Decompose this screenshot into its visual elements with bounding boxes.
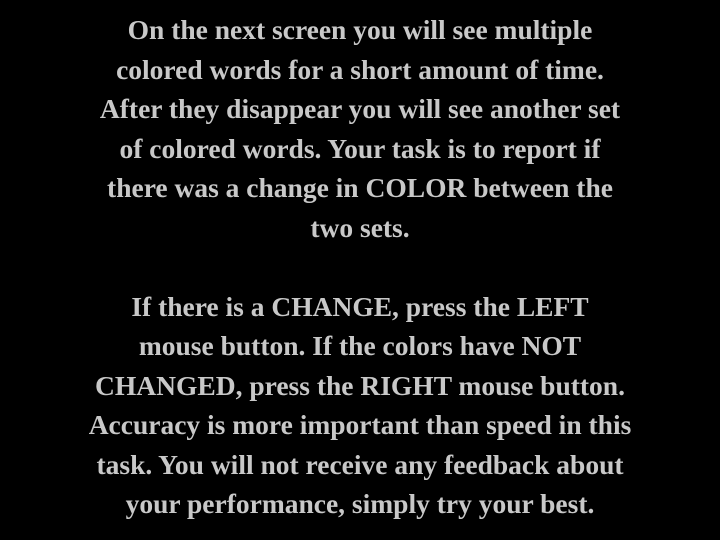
instruction-line: CHANGED, press the RIGHT mouse button.	[95, 369, 625, 401]
instruction-line: two sets.	[310, 211, 410, 243]
instruction-screen[interactable]: On the next screen you will see multiple…	[0, 0, 720, 540]
instruction-line: If there is a CHANGE, press the LEFT	[131, 290, 589, 322]
instruction-line: Accuracy is more important than speed in…	[88, 409, 632, 440]
instruction-line: your performance, simply try your best.	[125, 488, 595, 519]
instruction-line: of colored words. Your task is to report…	[119, 132, 601, 164]
instructions-task-paragraph: On the next screen you will see multiple…	[10, 10, 710, 247]
instruction-line: colored words for a short amount of time…	[116, 53, 604, 85]
instruction-line: mouse button. If the colors have NOT	[138, 330, 582, 361]
instruction-line: On the next screen you will see multiple	[127, 14, 593, 45]
instructions-response-paragraph: If there is a CHANGE, press the LEFT mou…	[10, 287, 710, 524]
instruction-line: After they disappear you will see anothe…	[99, 93, 621, 124]
instruction-line: task. You will not receive any feedback …	[96, 448, 624, 480]
instruction-line: there was a change in COLOR between the	[107, 172, 613, 203]
